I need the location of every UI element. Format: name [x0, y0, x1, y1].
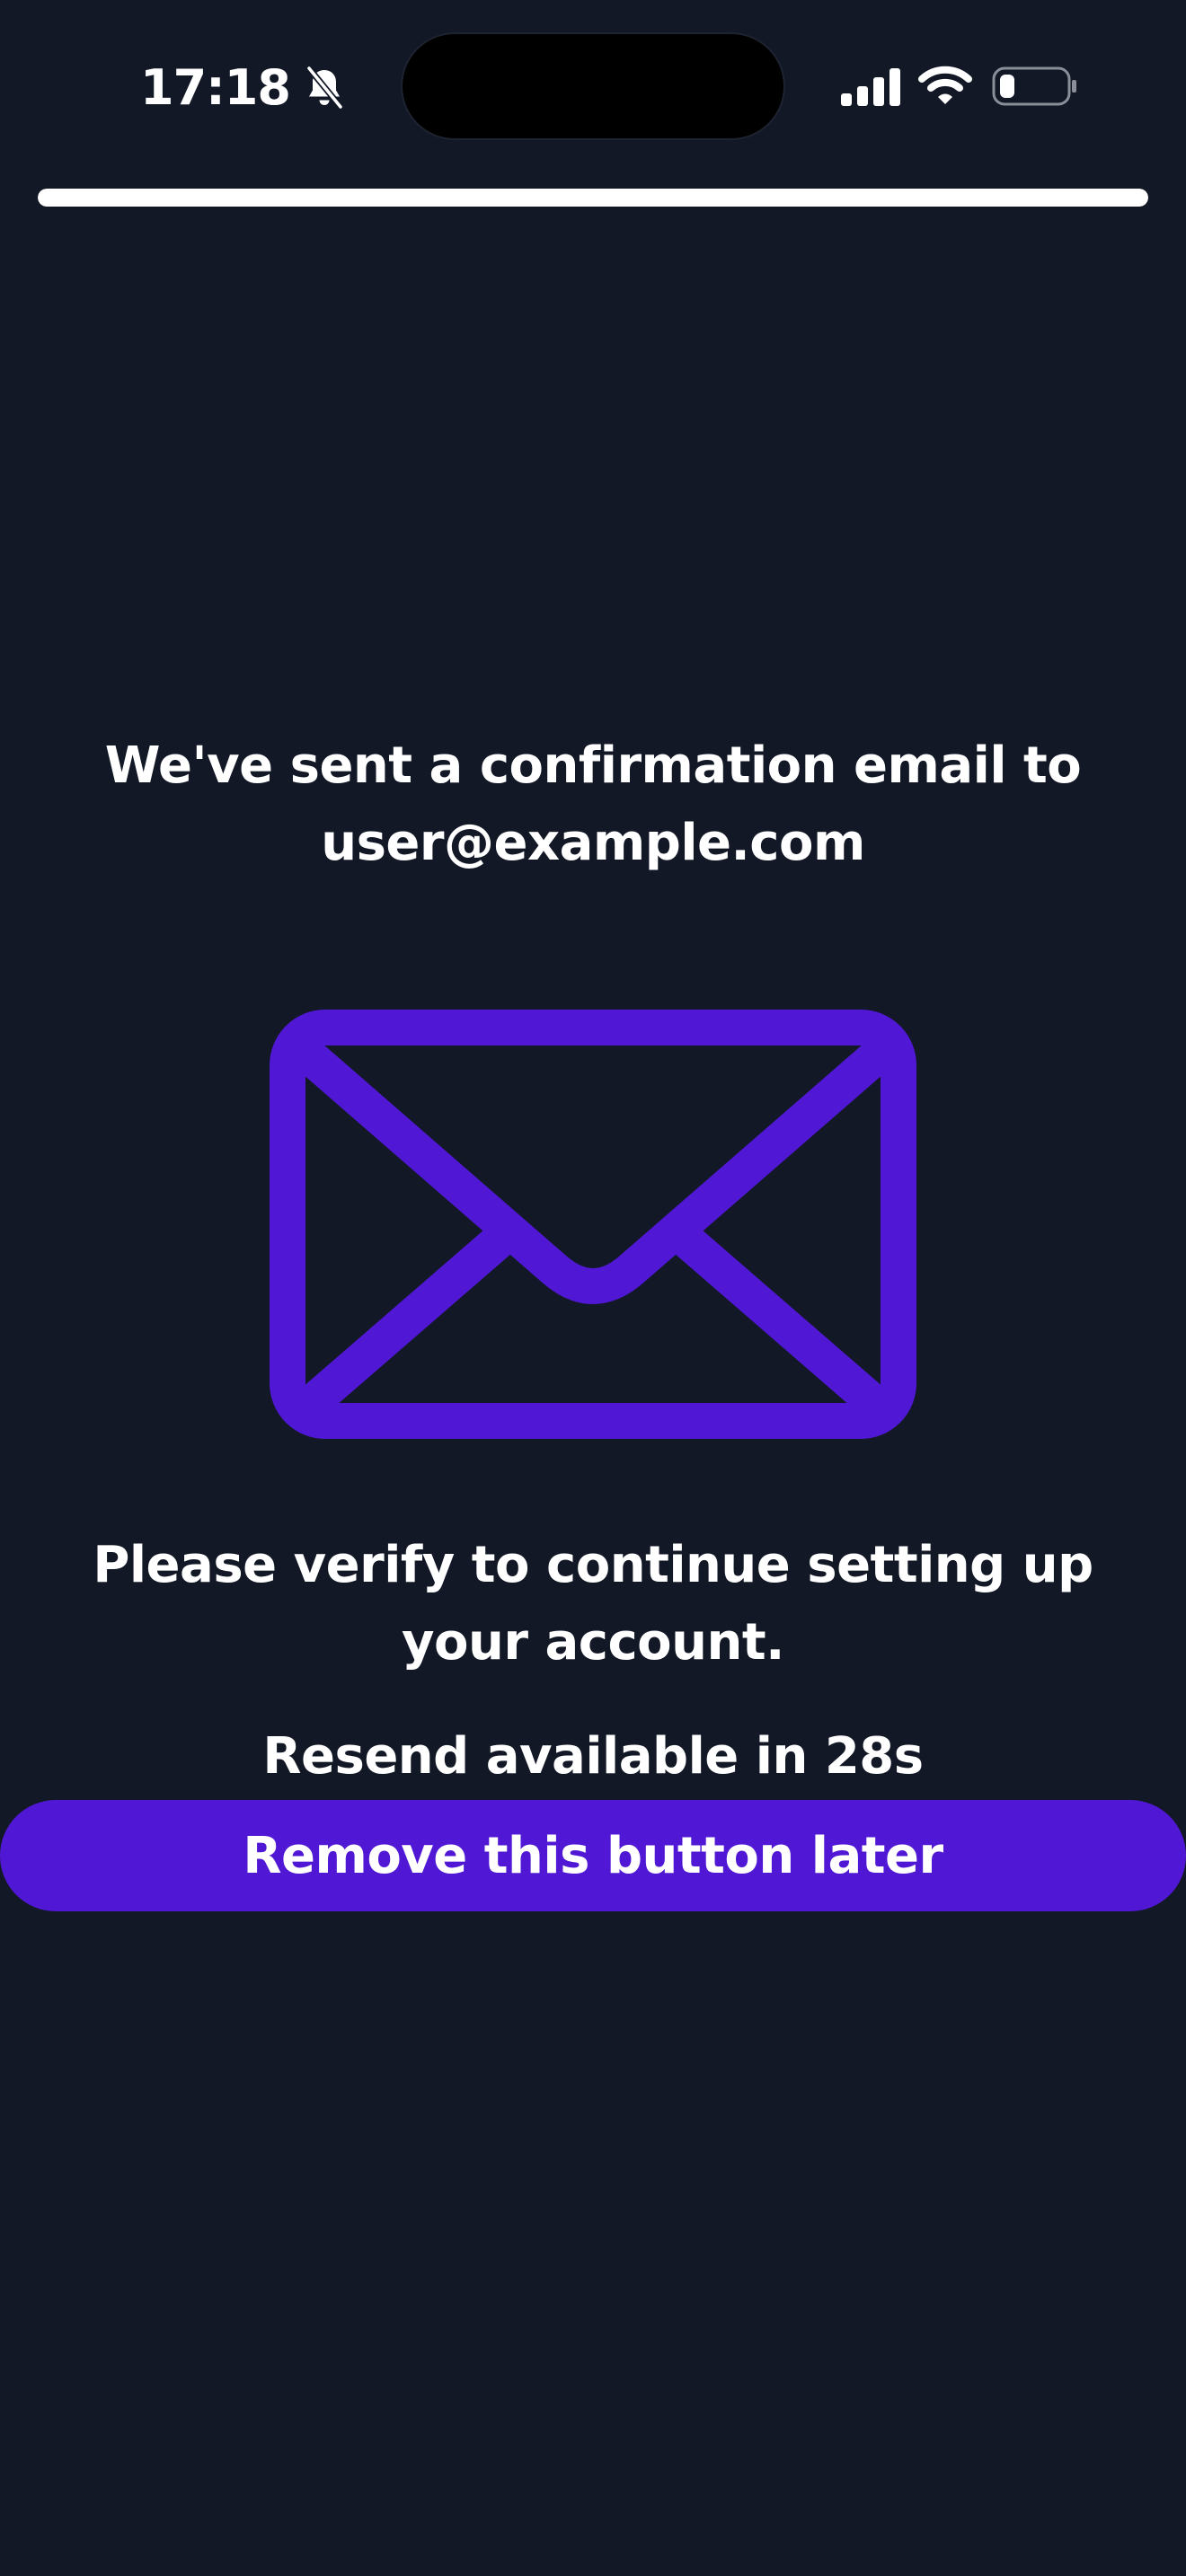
status-bar: 17:18	[0, 0, 1186, 171]
bell-slash-icon	[305, 65, 344, 110]
progress-fill	[38, 189, 1148, 207]
dynamic-island	[403, 34, 783, 138]
cellular-signal-icon	[841, 68, 900, 106]
verify-instruction: Please verify to continue setting up you…	[93, 1536, 1093, 1672]
battery-low-icon	[992, 66, 1076, 106]
clock-group: 17:18	[140, 56, 346, 120]
onboarding-progress-bar	[38, 189, 1148, 207]
status-time: 17:18	[140, 59, 291, 116]
resend-countdown: Resend available in 28s	[262, 1727, 924, 1786]
remove-later-button[interactable]: Remove this button later	[0, 1800, 1186, 1911]
wifi-icon	[918, 66, 972, 104]
envelope-icon	[270, 1010, 916, 1439]
confirmation-headline: We've sent a confirmation email to user@…	[104, 737, 1082, 872]
